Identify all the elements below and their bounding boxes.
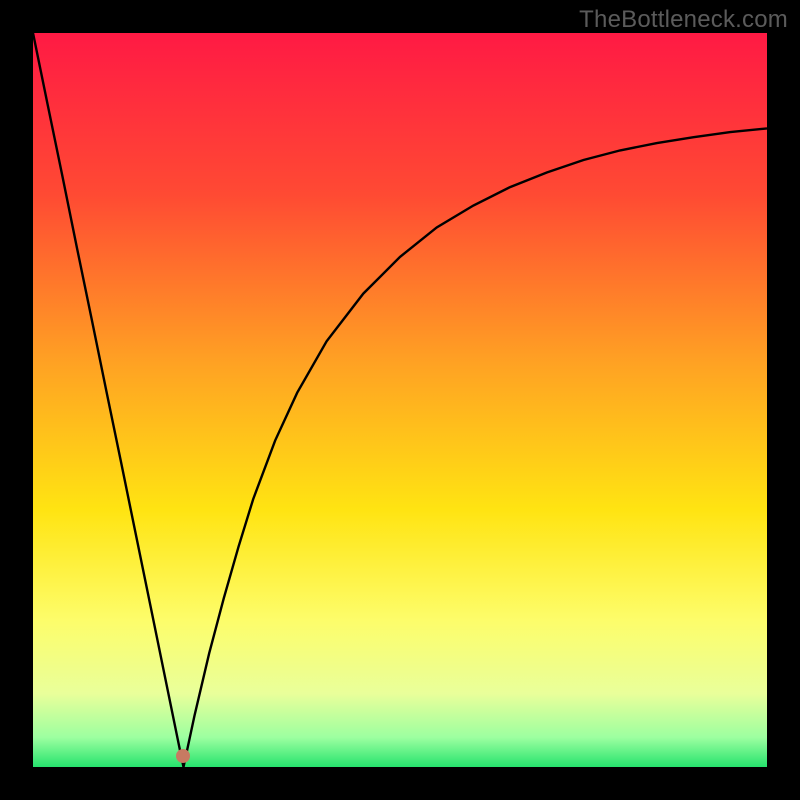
minimum-marker [176, 749, 190, 763]
bottleneck-curve [33, 33, 767, 767]
chart-frame: TheBottleneck.com [0, 0, 800, 800]
curve-path [33, 33, 767, 767]
plot-area [33, 33, 767, 767]
watermark-text: TheBottleneck.com [579, 6, 788, 34]
